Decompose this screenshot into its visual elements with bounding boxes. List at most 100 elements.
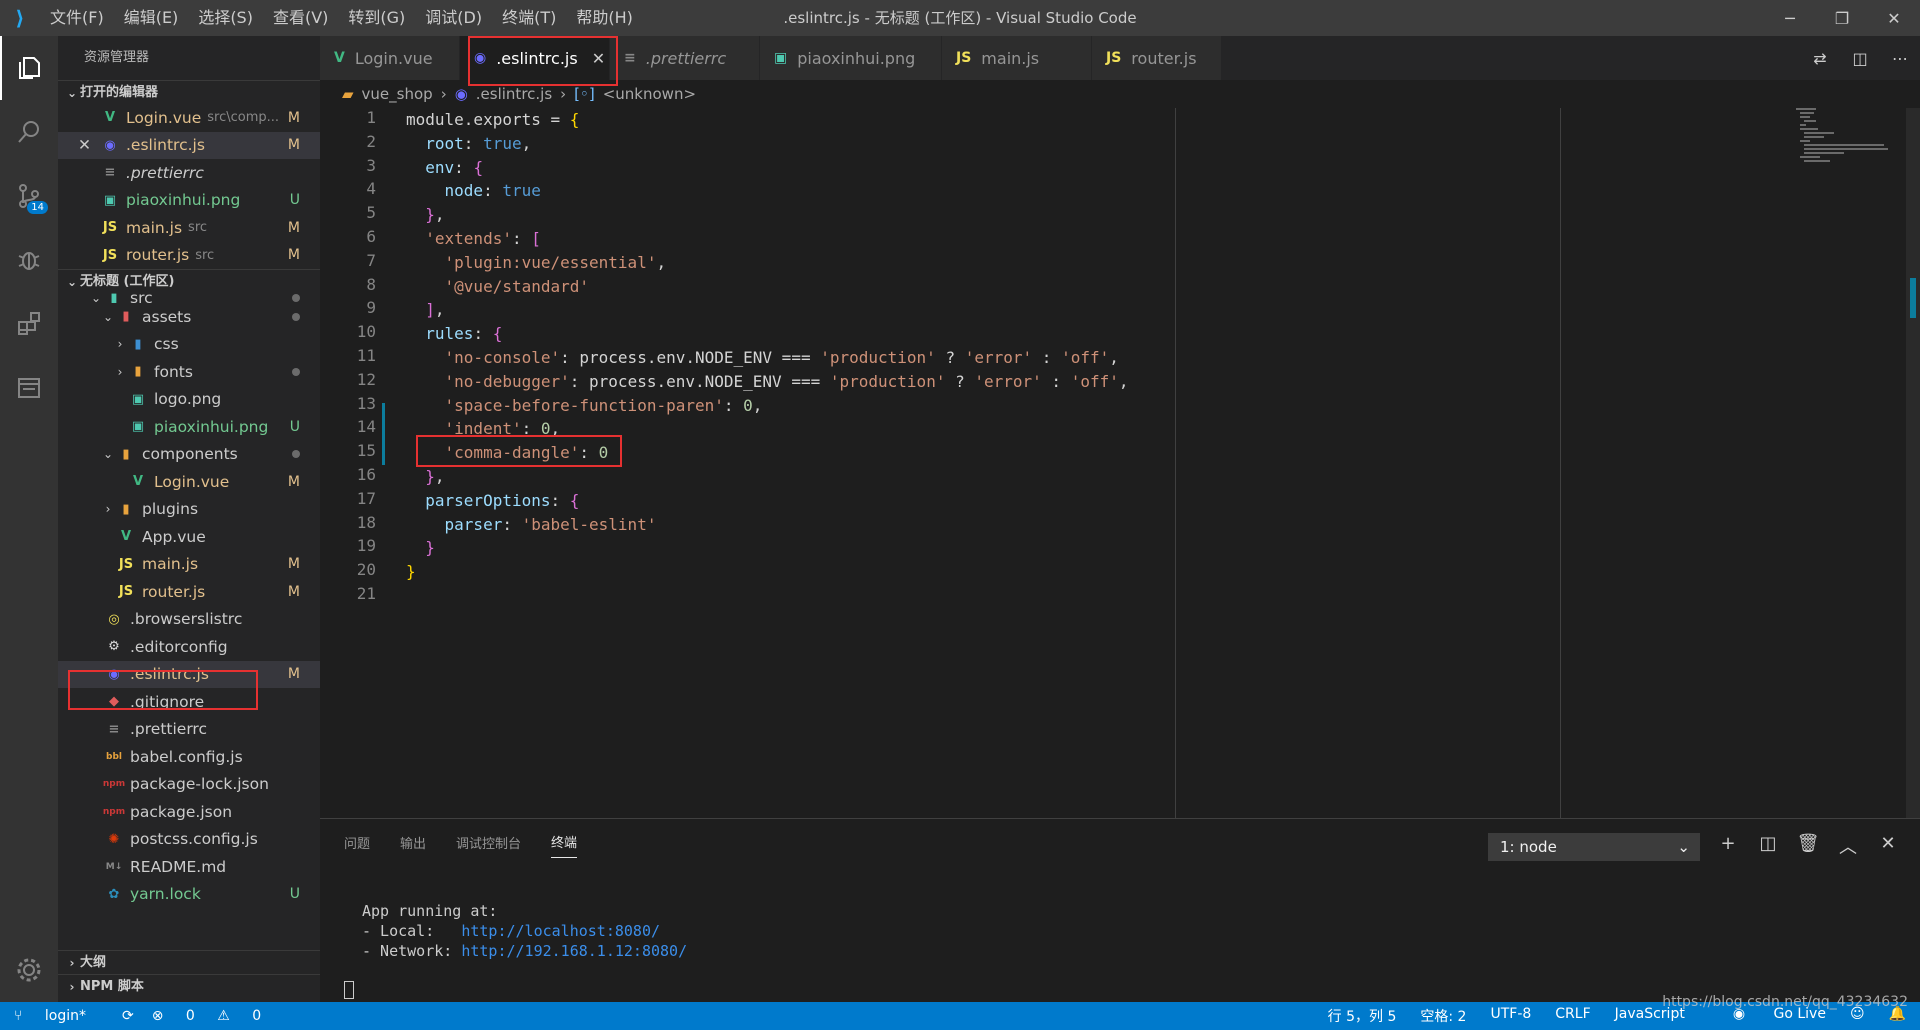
- menu-goto[interactable]: 转到(G): [338, 0, 415, 36]
- new-terminal-icon[interactable]: +: [1708, 833, 1748, 859]
- split-terminal-icon[interactable]: ◫: [1748, 833, 1788, 859]
- debug-icon[interactable]: [0, 228, 58, 292]
- line-number: 3: [366, 155, 376, 175]
- terminal-link[interactable]: http://localhost:8080/: [461, 922, 660, 940]
- tab-output[interactable]: 输出: [400, 833, 426, 858]
- tree-file[interactable]: ≡ .prettierrc: [58, 716, 320, 744]
- open-editor-item[interactable]: JS main.js src M: [58, 214, 320, 242]
- terminal-output[interactable]: App running at: - Local: http://localhos…: [362, 901, 687, 961]
- terminal-select[interactable]: 1: node ⌄: [1488, 833, 1700, 861]
- menu-edit[interactable]: 编辑(E): [114, 0, 189, 36]
- babel-file-icon: bbl: [106, 751, 122, 762]
- source-control-icon[interactable]: 14: [0, 164, 58, 228]
- gear-icon[interactable]: [0, 938, 58, 1002]
- outline-header[interactable]: › 大纲: [58, 950, 320, 974]
- title-bar: ⟩ 文件(F) 编辑(E) 选择(S) 查看(V) 转到(G) 调试(D) 终端…: [0, 0, 1920, 36]
- tab-main-js[interactable]: JS main.js: [942, 36, 1092, 80]
- menu-debug[interactable]: 调试(D): [415, 0, 492, 36]
- js-file-icon: JS: [102, 220, 118, 236]
- open-editor-item[interactable]: ≡ .prettierrc: [58, 159, 320, 187]
- line-number: 5: [366, 203, 376, 223]
- npm-scripts-header[interactable]: › NPM 脚本: [58, 974, 320, 998]
- menu-view[interactable]: 查看(V): [263, 0, 338, 36]
- problems-item[interactable]: ⊗ 0 ⚠ 0: [152, 1008, 280, 1024]
- branch-item[interactable]: ⑂ login*: [14, 1008, 104, 1024]
- tree-file[interactable]: npm package-lock.json: [58, 771, 320, 799]
- minimize-icon[interactable]: ─: [1764, 0, 1816, 36]
- close-panel-icon[interactable]: ✕: [1868, 833, 1908, 859]
- tree-file[interactable]: JS router.js M: [58, 578, 320, 606]
- terminal-link[interactable]: http://192.168.1.12:8080/: [461, 942, 687, 960]
- tree-file[interactable]: ✺ postcss.config.js: [58, 826, 320, 854]
- tree-folder-src[interactable]: ⌄ ▮ src: [58, 293, 320, 303]
- tree-file[interactable]: ◎ .browserslistrc: [58, 606, 320, 634]
- remote-explorer-icon[interactable]: [0, 356, 58, 420]
- tree-file[interactable]: V App.vue: [58, 523, 320, 551]
- breadcrumb-item[interactable]: <unknown>: [603, 80, 696, 108]
- explorer-icon[interactable]: [0, 36, 58, 100]
- tree-file[interactable]: npm package.json: [58, 798, 320, 826]
- line-number: 6: [366, 227, 376, 246]
- vue-file-icon: V: [120, 529, 132, 545]
- tab-piaoxinhui[interactable]: ▣ piaoxinhui.png: [760, 36, 942, 80]
- tree-file[interactable]: ▣ logo.png: [58, 386, 320, 414]
- tab-router-js[interactable]: JS router.js: [1092, 36, 1222, 80]
- breadcrumb-item[interactable]: .eslintrc.js: [476, 80, 552, 108]
- indentation[interactable]: 空格: 2: [1420, 1006, 1466, 1026]
- maximize-panel-icon[interactable]: ︿: [1828, 833, 1868, 859]
- menu-terminal[interactable]: 终端(T): [492, 0, 566, 36]
- restore-icon[interactable]: ❐: [1816, 0, 1868, 36]
- trash-icon[interactable]: 🗑: [1788, 833, 1828, 859]
- menu-help[interactable]: 帮助(H): [566, 0, 643, 36]
- close-icon[interactable]: ✕: [78, 136, 100, 154]
- tree-folder-fonts[interactable]: › ▮ fonts: [58, 358, 320, 386]
- tab-problems[interactable]: 问题: [344, 833, 370, 858]
- tab-login-vue[interactable]: V Login.vue: [320, 36, 460, 80]
- line-number: 14: [356, 417, 376, 437]
- image-file-icon: ▣: [131, 391, 145, 407]
- npm-file-icon: npm: [102, 779, 126, 790]
- tab-prettierrc[interactable]: ≡ .prettierrc: [610, 36, 760, 80]
- more-actions-icon[interactable]: ⋯: [1880, 49, 1920, 68]
- tree-folder-assets[interactable]: ⌄ ▮ assets: [58, 303, 320, 331]
- markdown-file-icon: M↓: [105, 861, 123, 872]
- open-editor-item[interactable]: ▣ piaoxinhui.png U: [58, 187, 320, 215]
- open-editor-item[interactable]: JS router.js src M: [58, 242, 320, 270]
- close-window-icon[interactable]: ✕: [1868, 0, 1920, 36]
- chevron-right-icon: ›: [69, 955, 75, 970]
- line-ending[interactable]: CRLF: [1555, 1006, 1590, 1026]
- cursor-position[interactable]: 行 5，列 5: [1328, 1006, 1397, 1026]
- prettier-file-icon: ≡: [624, 50, 636, 66]
- tree-file[interactable]: bbl babel.config.js: [58, 743, 320, 771]
- tree-file[interactable]: M↓ README.md: [58, 853, 320, 881]
- code-editor[interactable]: 1 2 3 4 5 6 7 8 9 10 11 12 13 14 15 16 17 18 19 20 21 module…: [320, 108, 1920, 818]
- tree-file[interactable]: JS main.js M: [58, 551, 320, 579]
- workspace-header[interactable]: ⌄ 无标题 (工作区): [58, 269, 320, 293]
- editor-scrollbar[interactable]: [1906, 108, 1920, 818]
- tree-folder-css[interactable]: › ▮ css: [58, 331, 320, 359]
- vue-file-icon: V: [334, 50, 345, 66]
- tree-file[interactable]: ⚙ .editorconfig: [58, 633, 320, 661]
- tab-debug-console[interactable]: 调试控制台: [456, 833, 521, 858]
- sync-icon[interactable]: ⟳: [122, 1008, 134, 1024]
- split-editor-icon[interactable]: ◫: [1840, 49, 1880, 68]
- menu-selection[interactable]: 选择(S): [188, 0, 263, 36]
- tree-file[interactable]: V Login.vue M: [58, 468, 320, 496]
- menu-file[interactable]: 文件(F): [40, 0, 114, 36]
- search-icon[interactable]: [0, 100, 58, 164]
- open-editor-item[interactable]: ✕ ◉ .eslintrc.js M: [58, 131, 320, 159]
- encoding[interactable]: UTF-8: [1490, 1006, 1531, 1026]
- tree-folder-plugins[interactable]: › ▮ plugins: [58, 496, 320, 524]
- tree-file[interactable]: ✿ yarn.lock U: [58, 881, 320, 909]
- tree-file[interactable]: ▣ piaoxinhui.png U: [58, 413, 320, 441]
- error-icon: ⊗: [151, 1008, 168, 1024]
- breadcrumb-item[interactable]: vue_shop: [362, 80, 433, 108]
- open-editors-header[interactable]: ⌄ 打开的编辑器: [58, 80, 320, 104]
- tab-terminal[interactable]: 终端: [551, 832, 578, 858]
- open-editor-item[interactable]: V Login.vue src\comp... M: [58, 104, 320, 132]
- minimap[interactable]: [1796, 108, 1906, 168]
- compare-icon[interactable]: ⇄: [1800, 49, 1840, 68]
- tree-folder-components[interactable]: ⌄ ▮ components: [58, 441, 320, 469]
- browserslist-file-icon: ◎: [108, 611, 120, 627]
- extensions-icon[interactable]: [0, 292, 58, 356]
